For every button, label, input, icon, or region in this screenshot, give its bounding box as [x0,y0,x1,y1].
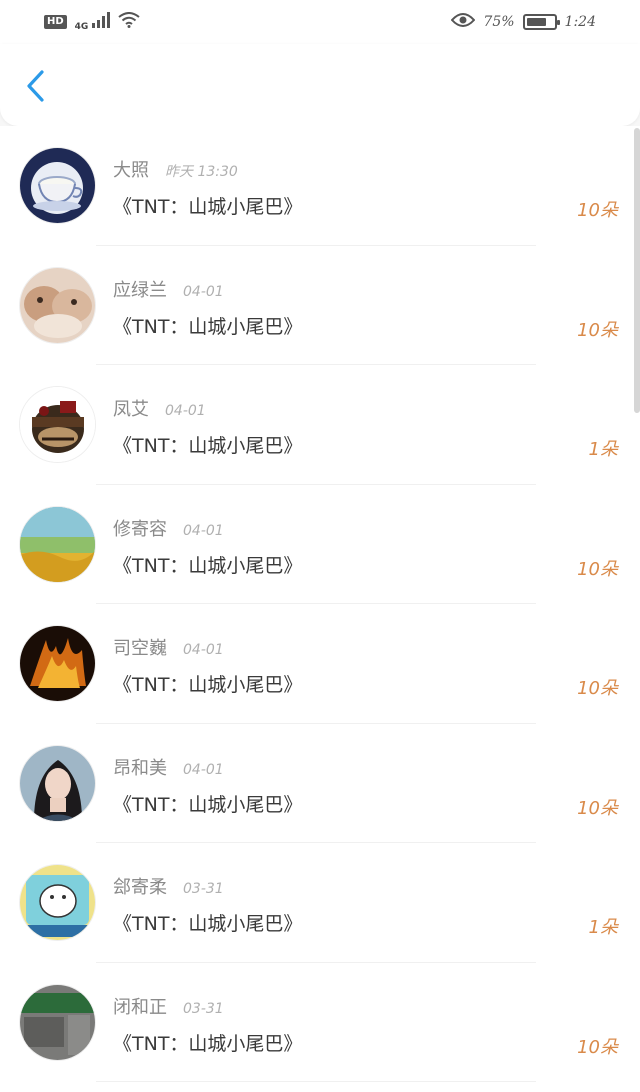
signal-icon [92,12,111,32]
avatar[interactable] [20,626,95,701]
avatar[interactable] [20,267,95,343]
timestamp: 04-01 [183,642,224,658]
eye-icon [451,12,476,32]
app-header [0,44,640,126]
avatar[interactable] [20,865,95,940]
user-name: 闭和正 [113,996,167,1018]
user-name: 应绿兰 [113,279,167,301]
battery-icon [522,14,560,30]
book-title: 《TNT：山城小尾巴》 [113,315,303,338]
book-title: 《TNT：山城小尾巴》 [113,196,303,218]
name-line: 郐寄柔 03-31 [113,873,224,899]
chevron-left-icon [24,69,46,107]
timestamp: 04-01 [183,761,224,778]
user-name: 郐寄柔 [113,877,167,898]
user-name: 修寄容 [113,518,167,540]
battery-percent: 75% [483,14,515,30]
avatar[interactable] [20,984,95,1060]
name-line: 昂和美 04-01 [113,754,224,780]
name-line: 闭和正 03-31 [113,993,224,1019]
battery-fill [526,18,547,26]
user-name: 司空巍 [113,638,167,659]
hd-badge: HD [44,15,67,29]
wifi-icon [118,12,140,32]
timestamp: 04-01 [165,403,206,419]
list-item[interactable]: 昂和美 04-01 《TNT：山城小尾巴》 10朵 [0,724,640,844]
book-title: 《TNT：山城小尾巴》 [113,674,303,696]
book-title: 《TNT：山城小尾巴》 [113,435,303,457]
gift-amount: 10朵 [577,678,618,699]
gift-amount: 10朵 [577,558,618,580]
user-name: 大照 [113,160,149,181]
gift-amount: 1朵 [588,917,618,938]
book-title: 《TNT：山城小尾巴》 [113,1032,303,1055]
list-item[interactable]: 凤艾 04-01 《TNT：山城小尾巴》 1朵 [0,365,640,485]
book-title: 《TNT：山城小尾巴》 [113,554,303,577]
status-left: HD 4G [44,12,140,32]
avatar[interactable] [20,745,95,821]
avatar[interactable] [20,148,95,223]
list-item[interactable]: 应绿兰 04-01 《TNT：山城小尾巴》 10朵 [0,246,640,366]
list-item[interactable]: 修寄容 04-01 《TNT：山城小尾巴》 10朵 [0,485,640,605]
user-name: 凤艾 [113,399,149,420]
timestamp: 04-01 [183,283,224,300]
list-item[interactable]: 司空巍 04-01 《TNT：山城小尾巴》 10朵 [0,604,640,724]
gift-amount: 10朵 [577,797,618,819]
book-title: 《TNT：山城小尾巴》 [113,913,303,935]
status-bar: HD 4G 75% 1:24 [0,0,640,44]
gift-amount: 10朵 [577,200,618,221]
scrollbar[interactable] [634,128,640,413]
avatar[interactable] [20,506,95,582]
user-name: 昂和美 [113,757,167,779]
timestamp: 03-31 [183,881,224,897]
book-title: 《TNT：山城小尾巴》 [113,793,303,816]
network-type: 4G [74,22,89,32]
name-line: 修寄容 04-01 [113,515,224,541]
gift-amount: 10朵 [577,319,618,341]
clock: 1:24 [564,14,596,30]
timestamp: 04-01 [183,522,224,539]
timestamp: 03-31 [183,1000,224,1017]
list-item[interactable]: 大照 昨天 13:30 《TNT：山城小尾巴》 10朵 [0,126,640,246]
timestamp: 昨天 13:30 [165,164,238,180]
name-line: 应绿兰 04-01 [113,276,224,302]
gift-record-list[interactable]: 大照 昨天 13:30 《TNT：山城小尾巴》 10朵 应绿兰 04-01 《T… [0,126,640,1092]
name-line: 司空巍 04-01 [113,634,224,660]
back-button[interactable] [20,68,50,108]
gift-amount: 10朵 [577,1036,618,1058]
list-item[interactable]: 郐寄柔 03-31 《TNT：山城小尾巴》 1朵 [0,843,640,963]
status-right: 75% 1:24 [451,12,596,32]
name-line: 凤艾 04-01 [113,395,206,421]
name-line: 大照 昨天 13:30 [113,156,238,182]
gift-amount: 1朵 [588,439,618,460]
list-item[interactable]: 闭和正 03-31 《TNT：山城小尾巴》 10朵 [0,963,640,1083]
avatar[interactable] [20,387,95,462]
